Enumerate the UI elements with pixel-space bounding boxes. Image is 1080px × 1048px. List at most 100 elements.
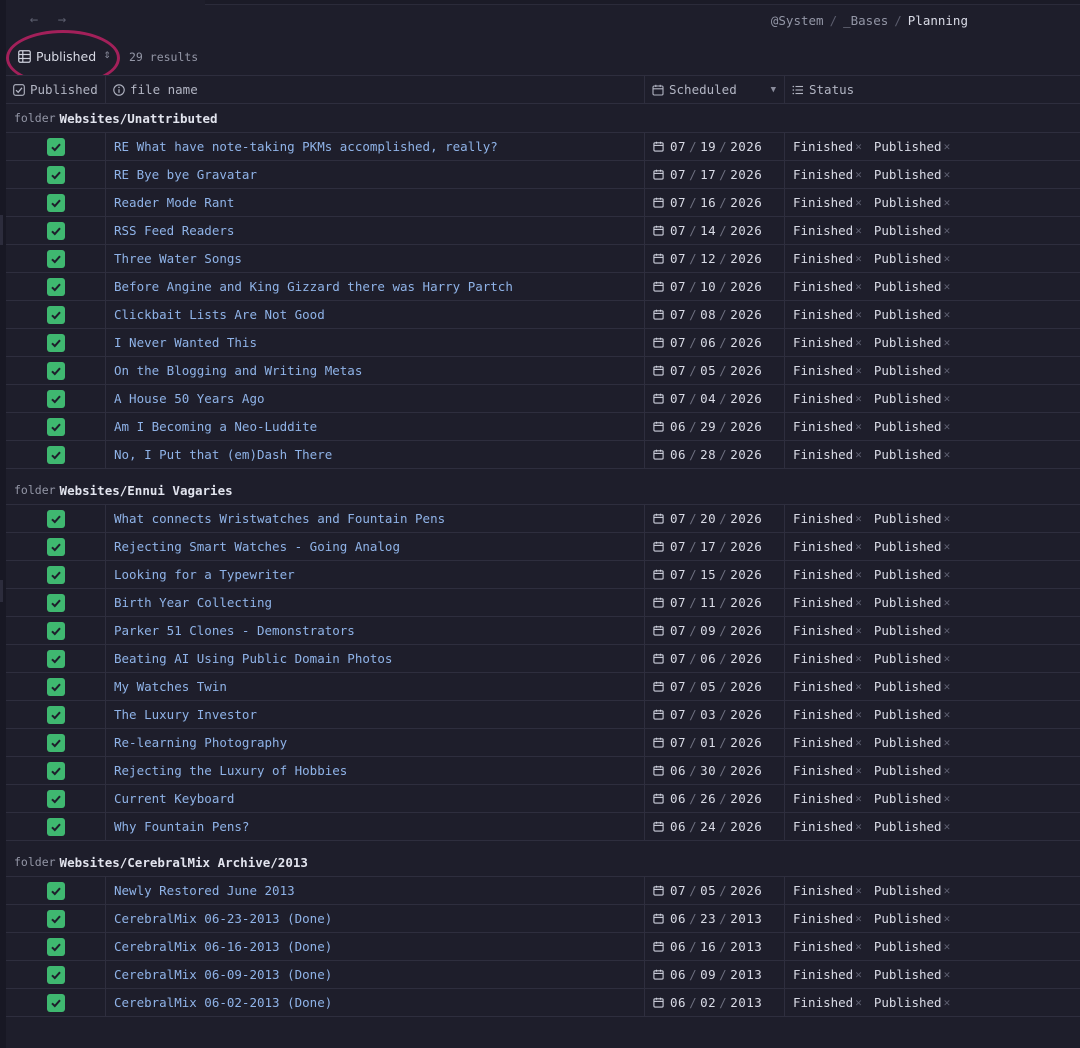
- file-link[interactable]: Three Water Songs: [114, 251, 242, 266]
- remove-tag-icon[interactable]: ✕: [855, 792, 862, 805]
- published-checkbox[interactable]: [46, 965, 65, 984]
- remove-tag-icon[interactable]: ✕: [855, 820, 862, 833]
- remove-tag-icon[interactable]: ✕: [855, 540, 862, 553]
- remove-tag-icon[interactable]: ✕: [855, 168, 862, 181]
- scheduled-cell[interactable]: 06/26/2026: [645, 785, 785, 812]
- remove-tag-icon[interactable]: ✕: [855, 996, 862, 1009]
- remove-tag-icon[interactable]: ✕: [855, 308, 862, 321]
- scheduled-cell[interactable]: 07/06/2026: [645, 329, 785, 356]
- file-link[interactable]: Rejecting Smart Watches - Going Analog: [114, 539, 400, 554]
- remove-tag-icon[interactable]: ✕: [944, 336, 951, 349]
- remove-tag-icon[interactable]: ✕: [944, 224, 951, 237]
- remove-tag-icon[interactable]: ✕: [944, 540, 951, 553]
- published-checkbox[interactable]: [46, 705, 65, 724]
- scheduled-cell[interactable]: 07/15/2026: [645, 561, 785, 588]
- file-link[interactable]: Am I Becoming a Neo-Luddite: [114, 419, 317, 434]
- file-link[interactable]: RE What have note-taking PKMs accomplish…: [114, 139, 498, 154]
- remove-tag-icon[interactable]: ✕: [855, 680, 862, 693]
- file-link[interactable]: Clickbait Lists Are Not Good: [114, 307, 325, 322]
- file-link[interactable]: Birth Year Collecting: [114, 595, 272, 610]
- remove-tag-icon[interactable]: ✕: [944, 968, 951, 981]
- file-link[interactable]: Re-learning Photography: [114, 735, 287, 750]
- remove-tag-icon[interactable]: ✕: [855, 364, 862, 377]
- scheduled-cell[interactable]: 06/02/2013: [645, 989, 785, 1016]
- scheduled-cell[interactable]: 07/08/2026: [645, 301, 785, 328]
- file-link[interactable]: CerebralMix 06-09-2013 (Done): [114, 967, 332, 982]
- scheduled-cell[interactable]: 07/20/2026: [645, 505, 785, 532]
- remove-tag-icon[interactable]: ✕: [855, 596, 862, 609]
- scheduled-cell[interactable]: 06/24/2026: [645, 813, 785, 840]
- published-checkbox[interactable]: [46, 361, 65, 380]
- published-checkbox[interactable]: [46, 305, 65, 324]
- remove-tag-icon[interactable]: ✕: [855, 224, 862, 237]
- scheduled-cell[interactable]: 07/05/2026: [645, 673, 785, 700]
- remove-tag-icon[interactable]: ✕: [944, 764, 951, 777]
- remove-tag-icon[interactable]: ✕: [944, 364, 951, 377]
- published-checkbox[interactable]: [46, 249, 65, 268]
- published-checkbox[interactable]: [46, 445, 65, 464]
- published-checkbox[interactable]: [46, 165, 65, 184]
- remove-tag-icon[interactable]: ✕: [944, 884, 951, 897]
- remove-tag-icon[interactable]: ✕: [855, 624, 862, 637]
- scheduled-cell[interactable]: 07/17/2026: [645, 533, 785, 560]
- file-link[interactable]: What connects Wristwatches and Fountain …: [114, 511, 445, 526]
- remove-tag-icon[interactable]: ✕: [944, 252, 951, 265]
- published-checkbox[interactable]: [46, 993, 65, 1012]
- scheduled-cell[interactable]: 07/09/2026: [645, 617, 785, 644]
- published-checkbox[interactable]: [46, 565, 65, 584]
- scheduled-cell[interactable]: 07/06/2026: [645, 645, 785, 672]
- published-checkbox[interactable]: [46, 909, 65, 928]
- file-link[interactable]: Beating AI Using Public Domain Photos: [114, 651, 392, 666]
- remove-tag-icon[interactable]: ✕: [944, 392, 951, 405]
- published-checkbox[interactable]: [46, 333, 65, 352]
- file-link[interactable]: Looking for a Typewriter: [114, 567, 295, 582]
- remove-tag-icon[interactable]: ✕: [944, 308, 951, 321]
- scheduled-cell[interactable]: 07/05/2026: [645, 877, 785, 904]
- remove-tag-icon[interactable]: ✕: [944, 820, 951, 833]
- view-selector-button[interactable]: Published ⇕: [14, 44, 115, 68]
- remove-tag-icon[interactable]: ✕: [944, 736, 951, 749]
- column-header-file-name[interactable]: file name: [106, 76, 645, 103]
- file-link[interactable]: Before Angine and King Gizzard there was…: [114, 279, 513, 294]
- breadcrumb-item[interactable]: _Bases: [843, 13, 888, 28]
- remove-tag-icon[interactable]: ✕: [855, 568, 862, 581]
- published-checkbox[interactable]: [46, 937, 65, 956]
- remove-tag-icon[interactable]: ✕: [855, 140, 862, 153]
- published-checkbox[interactable]: [46, 389, 65, 408]
- remove-tag-icon[interactable]: ✕: [855, 652, 862, 665]
- remove-tag-icon[interactable]: ✕: [944, 940, 951, 953]
- remove-tag-icon[interactable]: ✕: [855, 968, 862, 981]
- scheduled-cell[interactable]: 06/30/2026: [645, 757, 785, 784]
- remove-tag-icon[interactable]: ✕: [944, 792, 951, 805]
- file-link[interactable]: A House 50 Years Ago: [114, 391, 265, 406]
- remove-tag-icon[interactable]: ✕: [855, 392, 862, 405]
- column-header-published[interactable]: Published: [6, 76, 106, 103]
- published-checkbox[interactable]: [46, 417, 65, 436]
- published-checkbox[interactable]: [46, 509, 65, 528]
- scheduled-cell[interactable]: 07/17/2026: [645, 161, 785, 188]
- remove-tag-icon[interactable]: ✕: [944, 140, 951, 153]
- remove-tag-icon[interactable]: ✕: [944, 680, 951, 693]
- published-checkbox[interactable]: [46, 193, 65, 212]
- published-checkbox[interactable]: [46, 733, 65, 752]
- published-checkbox[interactable]: [46, 677, 65, 696]
- remove-tag-icon[interactable]: ✕: [944, 652, 951, 665]
- file-link[interactable]: Newly Restored June 2013: [114, 883, 295, 898]
- published-checkbox[interactable]: [46, 789, 65, 808]
- published-checkbox[interactable]: [46, 593, 65, 612]
- remove-tag-icon[interactable]: ✕: [944, 512, 951, 525]
- published-checkbox[interactable]: [46, 761, 65, 780]
- file-link[interactable]: CerebralMix 06-23-2013 (Done): [114, 911, 332, 926]
- remove-tag-icon[interactable]: ✕: [944, 596, 951, 609]
- scheduled-cell[interactable]: 07/04/2026: [645, 385, 785, 412]
- remove-tag-icon[interactable]: ✕: [944, 708, 951, 721]
- scheduled-cell[interactable]: 07/16/2026: [645, 189, 785, 216]
- breadcrumb-item[interactable]: @System: [771, 13, 824, 28]
- scheduled-cell[interactable]: 07/14/2026: [645, 217, 785, 244]
- back-arrow-icon[interactable]: ←: [24, 10, 44, 30]
- published-checkbox[interactable]: [46, 817, 65, 836]
- remove-tag-icon[interactable]: ✕: [855, 280, 862, 293]
- column-header-scheduled[interactable]: Scheduled ▼: [645, 76, 785, 103]
- published-checkbox[interactable]: [46, 621, 65, 640]
- file-link[interactable]: Rejecting the Luxury of Hobbies: [114, 763, 347, 778]
